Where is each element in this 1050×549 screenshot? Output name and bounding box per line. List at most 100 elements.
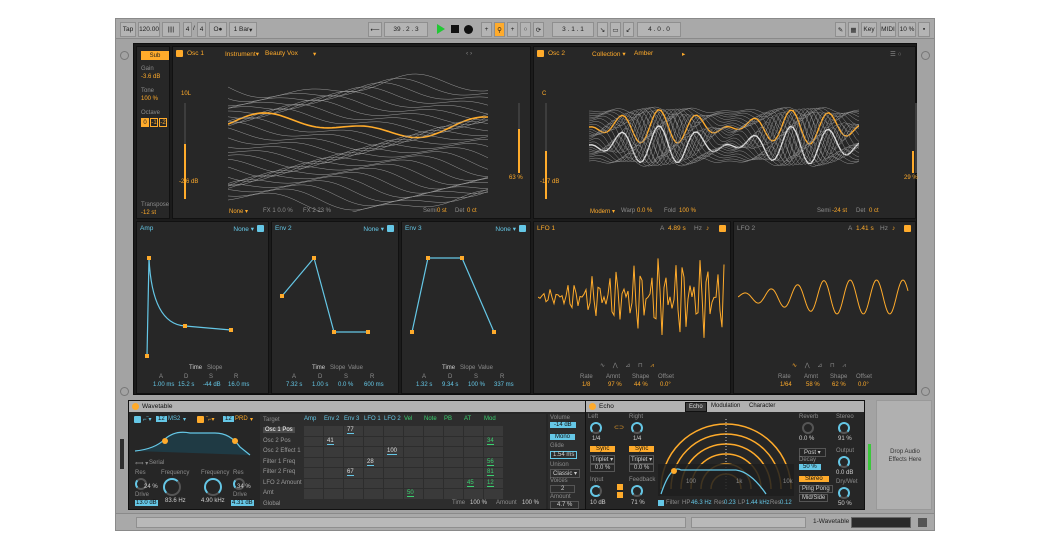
filter2-shape-icon[interactable]: ‾⌐▾ [206, 416, 215, 423]
matrix-cell[interactable] [364, 436, 383, 446]
matrix-row-target[interactable]: Amt [263, 490, 274, 496]
echo-link-icon[interactable]: ⊂⊃ [614, 424, 624, 431]
matrix-col-header[interactable]: Vel [404, 416, 412, 422]
punch-in-icon[interactable]: ↘ [597, 22, 608, 37]
matrix-cell[interactable] [464, 426, 483, 436]
reverb-knob[interactable] [802, 422, 814, 434]
filter1-type-dropdown-icon[interactable]: ▾ [183, 416, 186, 423]
matrix-value[interactable]: 100 [387, 448, 398, 455]
glide-value[interactable]: 1.54 ms [550, 451, 578, 459]
matrix-row-target[interactable]: Filter 2 Freq [263, 469, 295, 475]
matrix-amount-cell[interactable] [384, 489, 403, 499]
record-icon[interactable] [464, 25, 473, 34]
drywet-knob[interactable] [838, 487, 850, 499]
matrix-cell[interactable] [384, 426, 403, 436]
stereo-knob[interactable] [838, 422, 850, 434]
lfo2-toggle-icon[interactable] [904, 225, 911, 232]
filter2-toggle-icon[interactable] [197, 416, 204, 423]
filter2-freq-value[interactable]: 4.90 kHz [201, 498, 225, 504]
amp-tab-time[interactable]: Time [189, 365, 202, 371]
matrix-cell[interactable] [444, 426, 463, 436]
matrix-cell[interactable] [404, 468, 423, 478]
matrix-cell[interactable] [324, 426, 343, 436]
matrix-col-header[interactable]: PB [444, 416, 452, 422]
env3-graph[interactable] [406, 252, 528, 362]
filter1-toggle-icon[interactable] [134, 416, 141, 423]
matrix-col-header[interactable]: Env 2 [324, 416, 339, 422]
lfo2-note-icon[interactable]: ♪ [892, 225, 895, 232]
sub-gain-value[interactable]: -3.6 dB [141, 74, 160, 80]
filter1-freq-value[interactable]: 83.6 Hz [165, 498, 186, 504]
matrix-value[interactable]: 45 [467, 480, 474, 487]
matrix-amount-value[interactable]: 100 % [522, 500, 539, 506]
env2-mode-select[interactable]: None ▾ [363, 225, 384, 233]
matrix-cell[interactable] [344, 447, 363, 457]
matrix-row-target[interactable]: Filter 1 Freq [263, 459, 295, 465]
osc1-gain-value[interactable]: -2.6 dB [179, 179, 198, 185]
osc1-prev-next-icon[interactable]: ‹ › [466, 50, 472, 57]
filter1-slope[interactable]: 12 [156, 416, 167, 422]
echo-left-knob[interactable] [590, 422, 602, 434]
sub-transpose-value[interactable]: -12 st [141, 210, 156, 216]
matrix-cell[interactable] [404, 478, 423, 488]
matrix-col-header[interactable]: Env 3 [344, 416, 359, 422]
matrix-cell[interactable] [484, 426, 503, 436]
octave-minus1-button[interactable]: -1 [150, 118, 158, 127]
matrix-cell[interactable] [404, 436, 423, 446]
matrix-cell[interactable] [344, 478, 363, 488]
matrix-amount-cell[interactable] [364, 489, 383, 499]
echo-right-offset[interactable]: 0.0 % [629, 464, 655, 472]
filter2-drive-value[interactable]: 4.31 dB [231, 500, 254, 506]
matrix-cell[interactable] [444, 468, 463, 478]
env3-tab-time[interactable]: Time [442, 365, 455, 371]
env3-toggle-icon[interactable] [519, 225, 526, 232]
tempo-field[interactable]: 120.00 [138, 22, 160, 37]
midside-mode-button[interactable]: Mid/Side [799, 494, 829, 502]
echo-right-value[interactable]: 1/4 [633, 436, 641, 442]
echo-tab-character[interactable]: Character [746, 402, 779, 410]
matrix-cell[interactable] [464, 436, 483, 446]
osc1-det-value[interactable]: 0 ct [467, 208, 477, 214]
matrix-value[interactable]: 67 [347, 469, 354, 476]
echo-right-mode-select[interactable]: Triplet ▾ [629, 455, 655, 464]
stop-icon[interactable] [451, 25, 459, 33]
matrix-cell[interactable] [424, 457, 443, 467]
status-end-icon[interactable] [918, 518, 927, 527]
filter2-res-value[interactable]: 34 % [237, 484, 251, 490]
osc2-toggle-icon[interactable] [537, 50, 544, 57]
osc2-category-select[interactable]: Collection ▾ [592, 50, 626, 58]
octave-minus2-button[interactable]: -2 [159, 118, 167, 127]
matrix-row-target[interactable]: LFO 2 Amount [263, 480, 302, 486]
side-toggle-left2-icon[interactable] [120, 387, 129, 396]
echo-right-knob[interactable] [631, 422, 643, 434]
matrix-value[interactable]: 41 [327, 438, 334, 445]
lfo1-param-value[interactable]: 0.0° [660, 382, 671, 388]
envelope-breakpoint[interactable] [312, 256, 316, 260]
filter1-shape-icon[interactable]: ⌐‾▾ [143, 416, 152, 423]
envelope-breakpoint[interactable] [426, 256, 430, 260]
osc1-effect-select[interactable]: None ▾ [229, 208, 248, 215]
sub-toggle-button[interactable]: Sub [141, 51, 169, 60]
overdub-icon[interactable]: + [481, 22, 492, 37]
play-icon[interactable] [437, 24, 445, 34]
draw-mode-icon[interactable]: ✎ [835, 22, 846, 37]
envelope-breakpoint[interactable] [145, 354, 149, 358]
matrix-cell[interactable] [384, 436, 403, 446]
amp-param-value[interactable]: -44 dB [203, 382, 221, 388]
voices-value[interactable]: 2 [550, 485, 576, 493]
loop-length-field[interactable]: 4 . 0 . 0 [637, 22, 681, 37]
stereo-value[interactable]: 91 % [838, 436, 852, 442]
matrix-cell[interactable] [304, 426, 323, 436]
matrix-cell[interactable] [324, 478, 343, 488]
drop-effects-area[interactable]: Drop Audio Effects Here [876, 400, 932, 510]
matrix-cell[interactable] [384, 478, 403, 488]
matrix-cell[interactable] [444, 447, 463, 457]
session-record-icon[interactable]: + [507, 22, 518, 37]
volume-value[interactable]: -14 dB [550, 422, 576, 428]
env2-param-value[interactable]: 7.32 s [286, 382, 302, 388]
matrix-value[interactable]: 12 [487, 480, 494, 487]
key-map-button[interactable]: Key [861, 22, 877, 37]
matrix-value[interactable]: 77 [347, 427, 354, 434]
envelope-breakpoint[interactable] [147, 256, 151, 260]
matrix-row-target[interactable]: Global [263, 501, 280, 507]
